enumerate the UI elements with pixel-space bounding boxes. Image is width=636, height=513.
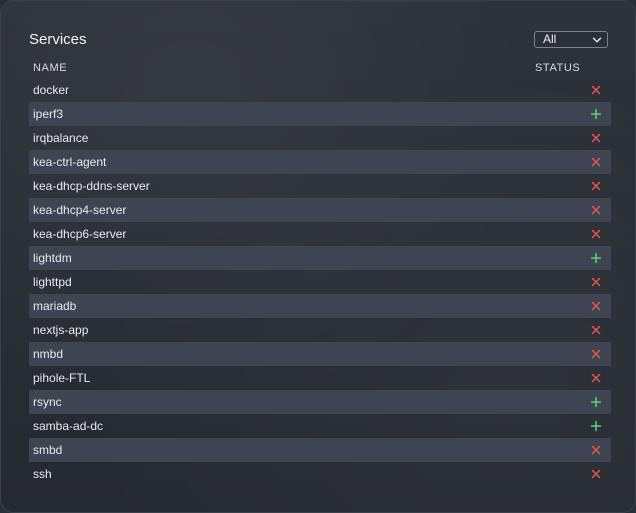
table-row: kea-dhcp-ddns-server: [29, 174, 611, 198]
close-icon: [591, 181, 601, 191]
service-name: nextjs-app: [33, 323, 89, 337]
service-name: smbd: [33, 443, 63, 457]
close-icon: [591, 445, 601, 455]
close-icon: [591, 205, 601, 215]
table-row: lighttpd: [29, 270, 611, 294]
table-row: samba-ad-dc: [29, 414, 611, 438]
service-name: nmbd: [33, 347, 64, 361]
filter-selected-value: All: [543, 32, 557, 46]
service-name: irqbalance: [33, 131, 89, 145]
service-name: kea-dhcp4-server: [33, 203, 127, 217]
service-name: lightdm: [33, 251, 72, 265]
plus-icon: [590, 252, 602, 264]
plus-icon: [590, 420, 602, 432]
service-name: docker: [33, 83, 70, 97]
table-row: iperf3: [29, 102, 611, 126]
services-list: docker iperf3 irqbalance kea-ctrl-agent kea-…: [29, 78, 611, 486]
plus-icon: [590, 108, 602, 120]
table-row: smbd: [29, 438, 611, 462]
table-row: pihole-FTL: [29, 366, 611, 390]
close-icon: [591, 469, 601, 479]
service-name: iperf3: [33, 107, 64, 121]
service-name: lighttpd: [33, 275, 72, 289]
close-icon: [591, 85, 601, 95]
service-name: pihole-FTL: [33, 371, 91, 385]
close-icon: [591, 373, 601, 383]
service-name: rsync: [33, 395, 62, 409]
table-row: mariadb: [29, 294, 611, 318]
service-name: samba-ad-dc: [33, 419, 104, 433]
table-row: rsync: [29, 390, 611, 414]
service-name: kea-dhcp-ddns-server: [33, 179, 150, 193]
close-icon: [591, 325, 601, 335]
table-row: docker: [29, 78, 611, 102]
table-row: nextjs-app: [29, 318, 611, 342]
service-name: kea-dhcp6-server: [33, 227, 127, 241]
plus-icon: [590, 396, 602, 408]
table-row: ssh: [29, 462, 611, 486]
close-icon: [591, 277, 601, 287]
service-name: mariadb: [33, 299, 77, 313]
table-row: kea-ctrl-agent: [29, 150, 611, 174]
close-icon: [591, 349, 601, 359]
table-row: irqbalance: [29, 126, 611, 150]
close-icon: [591, 157, 601, 167]
close-icon: [591, 301, 601, 311]
close-icon: [591, 229, 601, 239]
status-filter-select[interactable]: All: [534, 31, 608, 48]
column-header-name: NAME: [33, 62, 68, 74]
table-row: lightdm: [29, 246, 611, 270]
service-name: ssh: [33, 467, 52, 481]
close-icon: [591, 133, 601, 143]
column-header-status: STATUS: [535, 62, 581, 74]
page-title: Services: [29, 31, 87, 48]
table-row: kea-dhcp6-server: [29, 222, 611, 246]
table-row: kea-dhcp4-server: [29, 198, 611, 222]
services-panel: Services All NAME STATUS docker iperf3 irq…: [0, 0, 636, 513]
service-name: kea-ctrl-agent: [33, 155, 107, 169]
table-row: nmbd: [29, 342, 611, 366]
chevron-down-icon: [592, 37, 602, 43]
